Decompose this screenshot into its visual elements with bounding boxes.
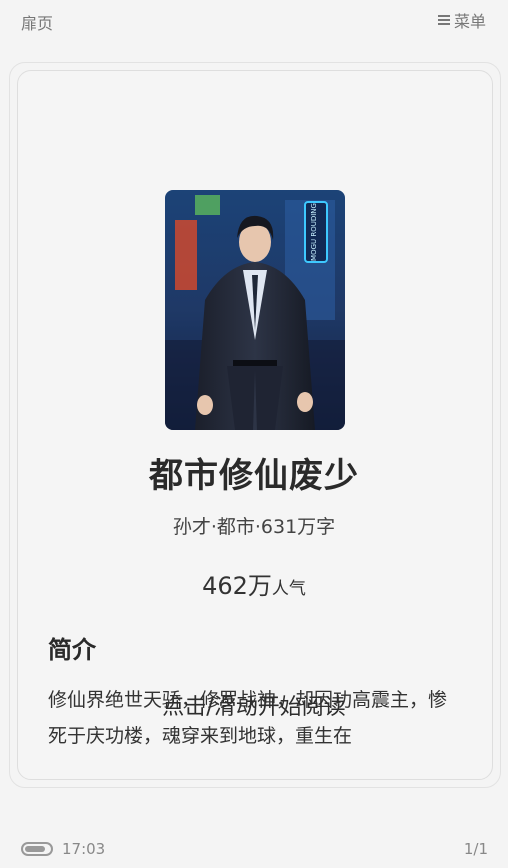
intro-heading: 简介 xyxy=(48,636,96,664)
book-cover-illustration: MOGU ROUDING xyxy=(165,190,345,430)
menu-label: 菜单 xyxy=(453,12,486,31)
start-reading-hint[interactable]: 点击/滑动开始阅读 xyxy=(0,689,508,721)
book-meta: 孙才·都市·631万字 xyxy=(172,516,336,538)
clock-time: 17:03 xyxy=(62,840,106,858)
battery-level xyxy=(25,846,45,852)
book-title: 都市修仙废少 xyxy=(149,456,359,496)
menu-icon xyxy=(437,15,450,25)
page-label: 扉页 xyxy=(21,14,54,33)
book-popularity: 462万人气 xyxy=(0,566,508,601)
cover-sign-text: MOGU ROUDING xyxy=(310,203,318,261)
menu-button[interactable]: 菜单 xyxy=(437,8,486,32)
book-cover: MOGU ROUDING xyxy=(165,190,345,430)
battery-icon xyxy=(21,842,53,856)
popularity-label: 人气 xyxy=(271,579,306,599)
popularity-value: 462万 xyxy=(202,572,272,600)
top-bar: 扉页 菜单 xyxy=(0,0,508,40)
reader-page[interactable]: 扉页 菜单 MOGU ROUDING 都市修仙废少 孙才·都市·631万字 46… xyxy=(0,0,508,868)
status-footer: 17:03 1/1 xyxy=(0,830,508,868)
page-number: 1/1 xyxy=(463,840,488,858)
